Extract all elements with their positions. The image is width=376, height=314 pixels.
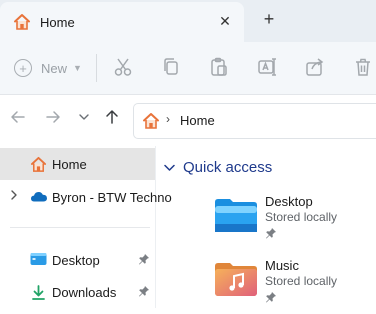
folder-name: Desktop bbox=[265, 194, 313, 209]
tab-title: Home bbox=[40, 15, 75, 30]
sidebar-item-home[interactable]: Home bbox=[0, 148, 155, 180]
music-folder-icon bbox=[214, 258, 258, 303]
recent-locations-icon[interactable] bbox=[74, 109, 94, 129]
sidebar-item-downloads[interactable]: Downloads bbox=[0, 276, 155, 308]
section-title: Quick access bbox=[183, 159, 273, 176]
forward-arrow-icon[interactable] bbox=[43, 109, 63, 129]
sidebar-item-label: Downloads bbox=[52, 285, 117, 300]
folder-name: Music bbox=[265, 258, 299, 273]
close-tab-icon[interactable]: ✕ bbox=[214, 10, 236, 32]
paste-icon[interactable] bbox=[208, 56, 230, 78]
desktop-icon bbox=[30, 252, 47, 270]
copy-icon[interactable] bbox=[160, 56, 182, 78]
sidebar-item-onedrive[interactable]: Byron - BTW Techno bbox=[0, 181, 172, 213]
share-icon[interactable] bbox=[304, 56, 326, 78]
breadcrumb-home[interactable]: Home bbox=[180, 113, 215, 128]
sidebar-divider bbox=[10, 227, 150, 228]
new-button[interactable]: + New ▼ bbox=[14, 55, 82, 81]
pin-icon[interactable] bbox=[138, 285, 150, 300]
command-bar: + New ▼ bbox=[0, 42, 376, 95]
sidebar-item-desktop[interactable]: Desktop bbox=[0, 244, 155, 276]
quick-access-item-desktop[interactable]: Desktop Stored locally bbox=[214, 194, 374, 250]
home-icon bbox=[13, 13, 31, 36]
folder-status: Stored locally bbox=[265, 274, 338, 288]
new-button-label: New bbox=[41, 60, 68, 76]
tab-home[interactable]: Home ✕ bbox=[0, 2, 244, 42]
up-arrow-icon[interactable] bbox=[102, 109, 122, 129]
quick-access-item-music[interactable]: Music Stored locally bbox=[214, 258, 374, 314]
desktop-folder-icon bbox=[214, 194, 258, 239]
downloads-icon bbox=[30, 284, 47, 304]
chevron-down-icon: ▼ bbox=[73, 63, 82, 73]
pin-icon[interactable] bbox=[138, 253, 150, 268]
breadcrumb-chevron-icon[interactable]: › bbox=[166, 112, 170, 126]
delete-icon[interactable] bbox=[352, 56, 374, 78]
onedrive-cloud-icon bbox=[30, 189, 48, 206]
folder-status: Stored locally bbox=[265, 210, 338, 224]
home-icon bbox=[142, 112, 160, 135]
quick-access-header[interactable]: Quick access bbox=[164, 159, 272, 176]
sidebar-item-label: Home bbox=[52, 157, 87, 172]
sidebar-item-label: Byron - BTW Techno bbox=[52, 190, 172, 205]
back-arrow-icon[interactable] bbox=[8, 109, 28, 129]
content-pane: Quick access Desktop Stored locally Musi… bbox=[156, 146, 376, 308]
navigation-pane: Home Byron - BTW Techno Desktop Download… bbox=[0, 146, 172, 308]
rename-icon[interactable] bbox=[256, 56, 278, 78]
chevron-right-icon[interactable] bbox=[9, 189, 19, 204]
home-icon bbox=[30, 156, 47, 176]
toolbar-separator bbox=[96, 54, 97, 82]
tab-strip: Home ✕ + bbox=[0, 0, 376, 42]
new-tab-button[interactable]: + bbox=[258, 8, 280, 30]
pin-icon bbox=[265, 290, 277, 308]
chevron-down-icon bbox=[164, 163, 175, 175]
sidebar-item-label: Desktop bbox=[52, 253, 100, 268]
pin-icon bbox=[265, 226, 277, 244]
cut-icon[interactable] bbox=[112, 56, 134, 78]
plus-icon: + bbox=[14, 59, 32, 77]
address-bar[interactable]: › Home bbox=[133, 103, 376, 139]
